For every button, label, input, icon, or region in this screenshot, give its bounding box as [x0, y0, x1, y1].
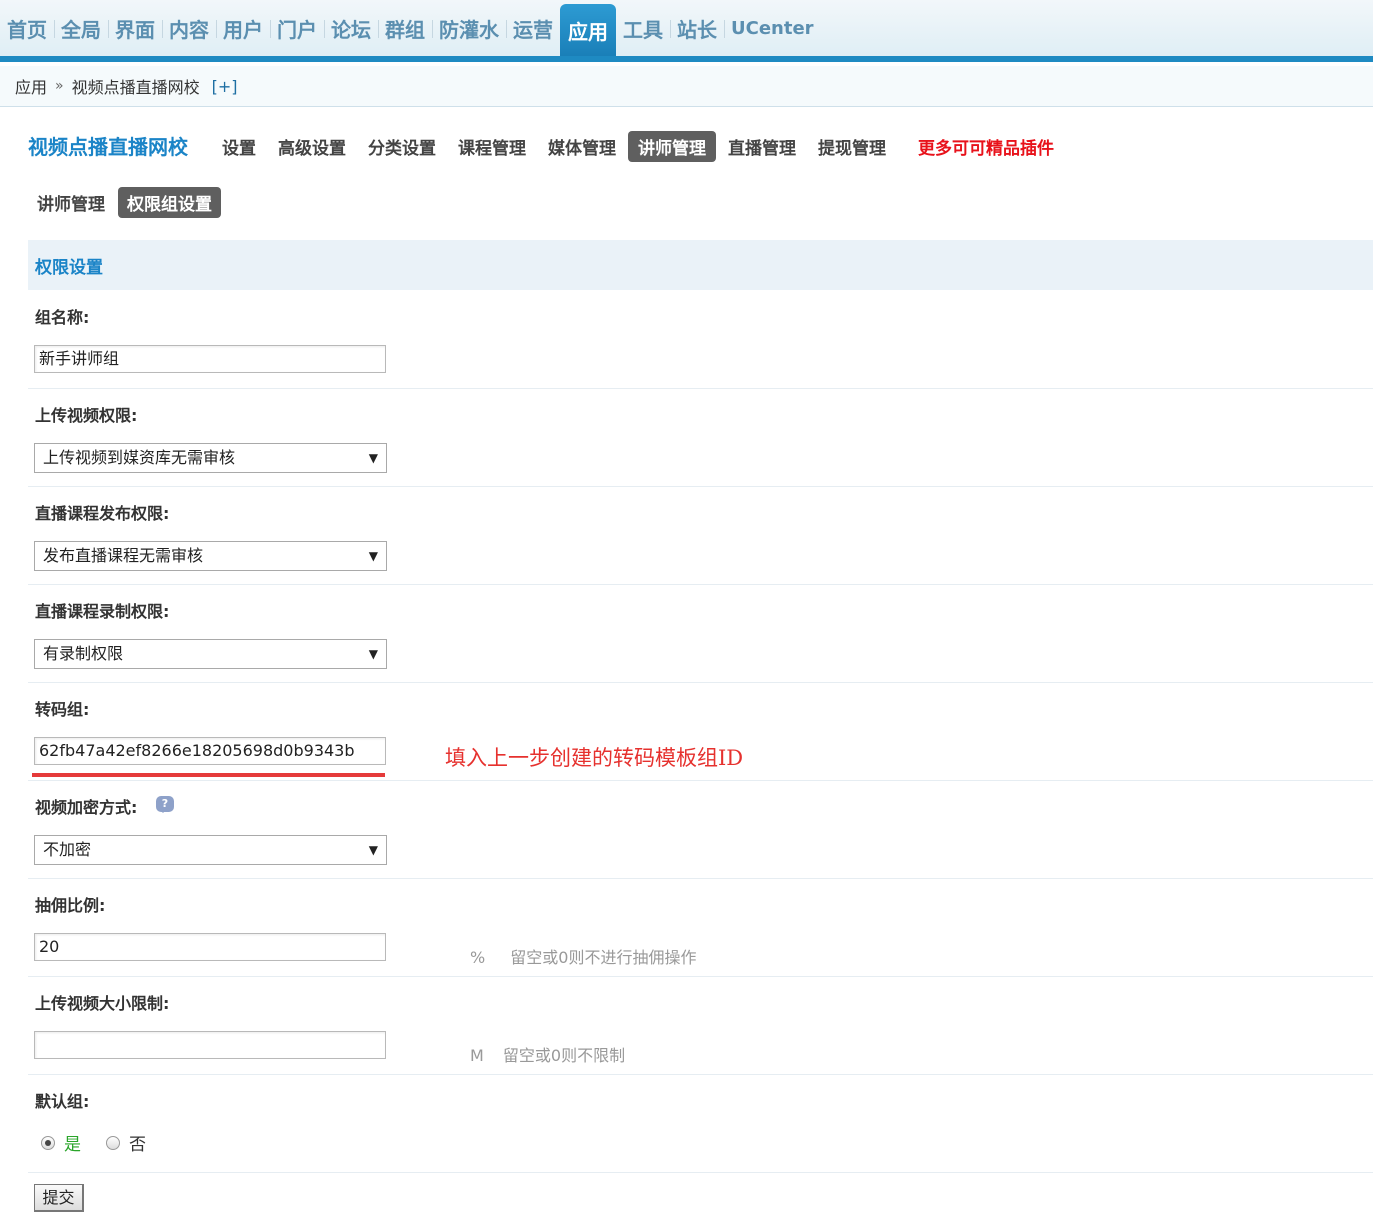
- submenu-lecturer-manage[interactable]: 讲师管理: [28, 187, 114, 218]
- form-row-size-limit: 上传视频大小限制: M 留空或0则不限制: [28, 976, 1373, 1075]
- form-row-upload-permission: 上传视频权限: 上传视频到媒资库无需审核 ▼: [28, 388, 1373, 487]
- upload-permission-select[interactable]: 上传视频到媒资库无需审核 ▼: [34, 443, 387, 473]
- plugin-menu-live[interactable]: 直播管理: [718, 131, 806, 162]
- encryption-select[interactable]: 不加密 ▼: [34, 835, 387, 865]
- breadcrumb: 应用 » 视频点播直播网校 [+]: [0, 66, 1373, 107]
- default-group-no-label: 否: [129, 1135, 146, 1155]
- commission-input[interactable]: 20: [34, 933, 386, 961]
- nav-item-ucenter[interactable]: UCenter: [724, 0, 821, 56]
- nav-item-forum[interactable]: 论坛: [324, 0, 378, 56]
- transcode-group-label: 转码组:: [35, 700, 90, 719]
- nav-item-users[interactable]: 用户: [216, 0, 270, 56]
- top-nav: 首页 全局 界面 内容 用户 门户 论坛 群组 防灌水 运营 应用 工具 站长 …: [0, 0, 1373, 56]
- add-shortcut-link[interactable]: [+]: [212, 77, 238, 96]
- annotation-text: 填入上一步创建的转码模板组ID: [445, 746, 744, 770]
- group-name-input[interactable]: 新手讲师组: [34, 345, 386, 373]
- nav-item-webmaster[interactable]: 站长: [670, 0, 724, 56]
- radio-unchecked-icon: [106, 1135, 120, 1150]
- breadcrumb-app[interactable]: 应用: [15, 74, 47, 98]
- section-header: 权限设置: [28, 240, 1373, 290]
- dropdown-arrow-icon: ▼: [368, 647, 378, 661]
- size-limit-label: 上传视频大小限制:: [35, 994, 170, 1013]
- upload-permission-value: 上传视频到媒资库无需审核: [43, 448, 236, 467]
- plugin-menu-courses[interactable]: 课程管理: [448, 131, 536, 162]
- default-group-yes-label: 是: [64, 1135, 81, 1155]
- live-record-select[interactable]: 有录制权限 ▼: [34, 639, 387, 669]
- group-name-label: 组名称:: [35, 308, 90, 327]
- commission-tip: % 留空或0则不进行抽佣操作: [470, 944, 696, 968]
- dropdown-arrow-icon: ▼: [368, 843, 378, 857]
- dropdown-arrow-icon: ▼: [368, 549, 378, 563]
- breadcrumb-separator: »: [55, 78, 64, 94]
- sub-menu: 讲师管理 权限组设置: [28, 187, 225, 218]
- more-plugins-link[interactable]: 更多可可精品插件: [908, 131, 1064, 162]
- live-publish-label: 直播课程发布权限:: [35, 504, 170, 523]
- plugin-menu-media[interactable]: 媒体管理: [538, 131, 626, 162]
- nav-item-interface[interactable]: 界面: [108, 0, 162, 56]
- nav-item-home[interactable]: 首页: [0, 0, 54, 56]
- form-row-commission: 抽佣比例: 20 % 留空或0则不进行抽佣操作: [28, 878, 1373, 977]
- plugin-menu-category[interactable]: 分类设置: [358, 131, 446, 162]
- radio-checked-icon: [41, 1135, 55, 1150]
- plugin-menu: 设置 高级设置 分类设置 课程管理 媒体管理 讲师管理 直播管理 提现管理 更多…: [212, 131, 1066, 162]
- form-row-encryption: 视频加密方式: ? 不加密 ▼: [28, 780, 1373, 879]
- live-record-value: 有录制权限: [43, 644, 124, 663]
- live-publish-select[interactable]: 发布直播课程无需审核 ▼: [34, 541, 387, 571]
- encryption-label: 视频加密方式:: [35, 798, 138, 817]
- submenu-permission-groups[interactable]: 权限组设置: [118, 187, 221, 218]
- commission-unit: %: [470, 948, 486, 967]
- form-row-live-record: 直播课程录制权限: 有录制权限 ▼: [28, 584, 1373, 683]
- transcode-group-input[interactable]: 62fb47a42ef8266e18205698d0b9343b: [34, 737, 386, 765]
- nav-item-operations[interactable]: 运营: [506, 0, 560, 56]
- plugin-title: 视频点播直播网校: [28, 135, 188, 159]
- nav-item-apps[interactable]: 应用: [560, 4, 616, 56]
- upload-permission-label: 上传视频权限:: [35, 406, 138, 425]
- nav-item-tools[interactable]: 工具: [616, 0, 670, 56]
- plugin-menu-lecturers[interactable]: 讲师管理: [628, 131, 716, 162]
- size-limit-hint: 留空或0则不限制: [502, 1046, 626, 1065]
- nav-divider: [0, 56, 1373, 62]
- size-limit-input[interactable]: [34, 1031, 386, 1059]
- commission-hint: 留空或0则不进行抽佣操作: [510, 948, 697, 967]
- size-limit-unit: M: [470, 1046, 484, 1065]
- plugin-menu-advanced[interactable]: 高级设置: [268, 131, 356, 162]
- default-group-yes-radio[interactable]: 是: [41, 1130, 81, 1155]
- plugin-menu-withdraw[interactable]: 提现管理: [808, 131, 896, 162]
- live-publish-value: 发布直播课程无需审核: [43, 546, 204, 565]
- nav-item-portal[interactable]: 门户: [270, 0, 324, 56]
- nav-item-content[interactable]: 内容: [162, 0, 216, 56]
- nav-item-groups[interactable]: 群组: [378, 0, 432, 56]
- form-row-group-name: 组名称: 新手讲师组: [28, 290, 1373, 389]
- form-row-default-group: 默认组: 是 否: [28, 1074, 1373, 1173]
- section-title: 权限设置: [35, 257, 103, 278]
- plugin-menu-settings[interactable]: 设置: [212, 131, 266, 162]
- default-group-label: 默认组:: [35, 1092, 90, 1111]
- annotation-underline: [32, 773, 385, 777]
- question-bubble-icon[interactable]: ?: [156, 796, 174, 813]
- breadcrumb-plugin: 视频点播直播网校: [71, 78, 200, 97]
- default-group-no-radio[interactable]: 否: [106, 1130, 146, 1155]
- commission-label: 抽佣比例:: [35, 896, 106, 915]
- form-row-live-publish: 直播课程发布权限: 发布直播课程无需审核 ▼: [28, 486, 1373, 585]
- size-limit-tip: M 留空或0则不限制: [470, 1042, 625, 1066]
- nav-item-antispam[interactable]: 防灌水: [432, 0, 506, 56]
- form-row-transcode-group: 转码组: 62fb47a42ef8266e18205698d0b9343b 填入…: [28, 682, 1373, 781]
- submit-button[interactable]: 提交: [34, 1184, 84, 1212]
- live-record-label: 直播课程录制权限:: [35, 602, 170, 621]
- encryption-value: 不加密: [43, 840, 92, 859]
- nav-item-global[interactable]: 全局: [54, 0, 108, 56]
- dropdown-arrow-icon: ▼: [368, 451, 378, 465]
